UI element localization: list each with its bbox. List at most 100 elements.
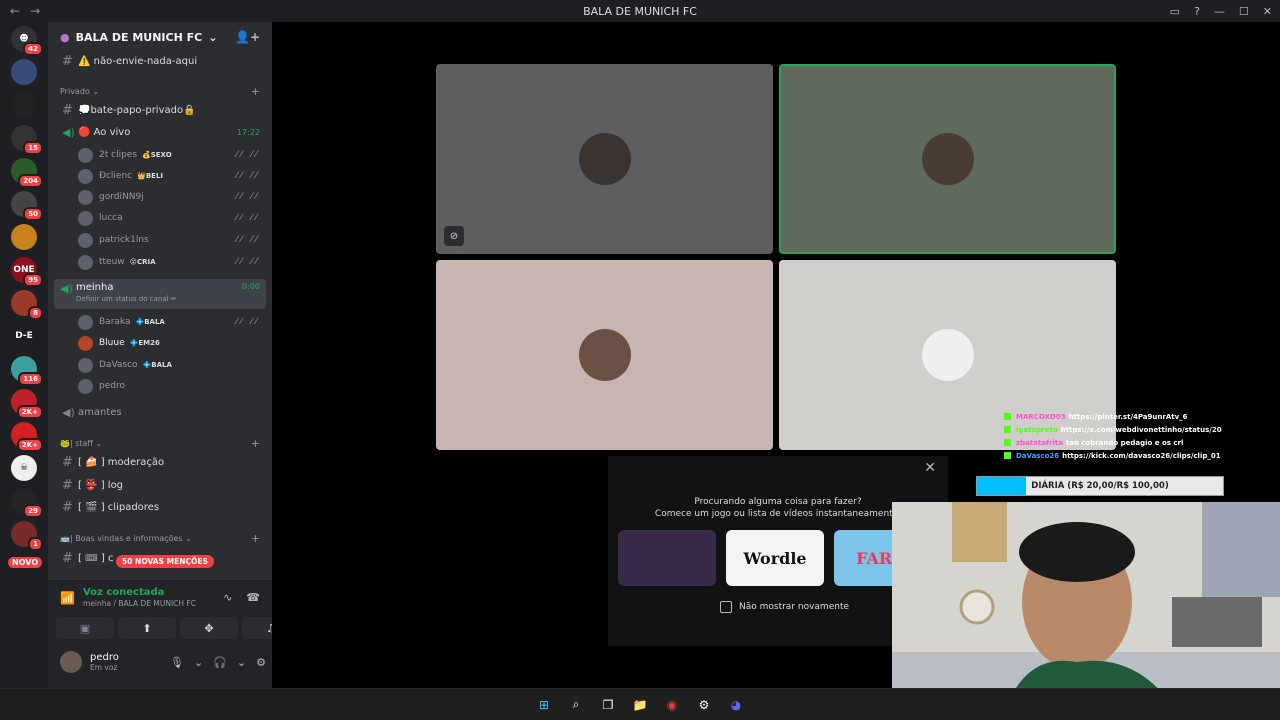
server-icon[interactable]: 1 [11,521,43,551]
hash-icon: # [62,454,73,470]
speaker-icon: ◀) [62,405,75,419]
help-icon[interactable]: ? [1194,5,1200,18]
voice-user[interactable]: 2t clipes 💰SEXO ⁄⁄ ⁄⁄ [54,145,266,165]
window-controls: ▭ ? — ☐ ✕ [1170,0,1272,22]
activity-card-wordle[interactable]: Wordle [726,530,824,586]
dont-show-again[interactable]: Não mostrar novamente [720,601,849,613]
checkbox[interactable] [720,601,732,613]
noise-suppression-icon[interactable]: ∿ [223,591,232,604]
close-icon[interactable]: ✕ [1263,5,1272,18]
add-member-icon[interactable]: 👤+ [235,30,260,44]
server-icon[interactable]: 116 [11,356,43,386]
task-view-icon[interactable]: ❐ [598,695,618,715]
screen-share-button[interactable]: ⬆ [118,617,176,639]
avatar[interactable] [60,651,82,673]
server-icon[interactable]: 2K+ [11,422,43,452]
participant-tile[interactable]: ⊘ [436,64,773,254]
server-icon[interactable] [11,224,37,250]
category-privado[interactable]: Privado ⌄ + [54,83,266,99]
voice-channel-ao-vivo[interactable]: ◀) 🔴 Ao vivo 17:22 [54,122,266,142]
voice-connection-panel: 📶 Voz conectada meinha / BALA DE MUNICH … [48,580,300,688]
activity-card[interactable] [618,530,716,586]
voice-user[interactable]: Bluue 💠EM26 [54,333,266,353]
voice-timer: 17:22 [236,127,260,137]
chevron-down-icon[interactable]: ⌄ [194,656,203,669]
server-icon[interactable] [11,92,37,118]
headphones-icon[interactable]: 🎧 [213,656,227,669]
badge: 15 [23,141,43,155]
voice-user[interactable]: lucca ⁄⁄ ⁄⁄ [54,208,266,228]
channel-bate-papo[interactable]: # 💭bate-papo-privado🔒 [54,100,266,120]
server-icon[interactable]: 204 [11,158,43,188]
new-mentions-badge[interactable]: 50 NOVAS MENÇÕES [116,555,214,568]
voice-user[interactable]: tteuw 😮CRIA ⁄⁄ ⁄⁄ [54,252,266,272]
new-badge: NOVO [8,557,43,568]
avatar [78,254,93,270]
file-explorer-icon[interactable]: 📁 [630,695,650,715]
camera-button[interactable]: ▣ [56,617,114,639]
avatar [78,232,93,248]
minimize-icon[interactable]: — [1214,5,1225,18]
category-boas-vindas[interactable]: 🚌| Boas vindas e informações ⌄ + [54,530,266,546]
server-icon[interactable]: 50 [11,191,43,221]
microphone-icon[interactable]: 🎙 [170,656,184,669]
activity-list: Wordle FARM [618,530,932,586]
channel-log[interactable]: # [ 👺 ] log [54,475,266,495]
chrome-icon[interactable]: ◉ [662,695,682,715]
donation-goal-bar: DIÁRIA (R$ 20,00/R$ 100,00) [976,476,1224,496]
voice-user[interactable]: patrick1lns ⁄⁄ ⁄⁄ [54,230,266,250]
back-arrow-icon[interactable]: ← [10,4,20,18]
server-icon[interactable]: 29 [11,488,43,518]
server-icon[interactable]: D-E [11,323,37,349]
app-icon[interactable]: ⚙ [694,695,714,715]
participant-tile-speaking[interactable] [779,64,1116,254]
channel-status[interactable]: Definir um status do canal ✏ [76,295,177,303]
voice-channel-amantes[interactable]: ◀) amantes [54,402,266,422]
server-icon[interactable] [11,59,37,85]
chat-message: igatopreto https://x.com/webdivonettinho… [1004,423,1228,436]
channel-info: meinha Definir um status do canal ✏ [76,282,177,303]
discord-icon[interactable]: ◕ [726,695,746,715]
avatar [78,210,93,226]
muted-deafened-icon: ⁄⁄ ⁄⁄ [236,192,260,202]
search-icon[interactable]: ⌕ [566,695,586,715]
server-header[interactable]: ● BALA DE MUNICH FC ⌄ 👤+ [48,22,272,52]
server-icon[interactable]: ONE 95 [11,257,43,287]
inbox-icon[interactable]: ▭ [1170,5,1180,18]
user-info[interactable]: pedro Em voz [90,652,119,672]
server-icon[interactable]: 15 [11,125,43,155]
chat-message: zbatatafrita tao cobrando pedagio e os c… [1004,436,1228,449]
voice-user[interactable]: pedro [54,376,266,396]
server-icon[interactable]: 2K+ [11,389,43,419]
avatar [78,335,93,351]
forward-arrow-icon[interactable]: → [30,4,40,18]
activities-button[interactable]: ✥ [180,617,238,639]
voice-user[interactable]: Ðclienc 👑BELI ⁄⁄ ⁄⁄ [54,166,266,186]
chevron-down-icon: ⌄ [182,533,192,543]
category-staff[interactable]: 🐸| staff ⌄ + [54,435,266,451]
channel-clipadores[interactable]: # [ 🎬 ] clipadores [54,497,266,517]
voice-channel-meinha[interactable]: ◀) meinha Definir um status do canal ✏ 0… [54,279,266,309]
participant-tile[interactable] [436,260,773,450]
voice-user[interactable]: gordiNN9j ⁄⁄ ⁄⁄ [54,187,266,207]
voice-user[interactable]: Baraka 💠BALA ⁄⁄ ⁄⁄ [54,312,266,332]
settings-gear-icon[interactable]: ⚙ [256,656,266,669]
add-channel-icon[interactable]: + [251,437,260,450]
server-icon[interactable]: 8 [11,290,43,320]
windows-start-icon[interactable]: ⊞ [534,695,554,715]
badge: 95 [23,273,43,287]
skull-icon[interactable]: ☠ [11,455,37,481]
voice-user[interactable]: DaVasco 💠BALA [54,355,266,375]
kick-icon [1004,426,1011,433]
voice-status[interactable]: 📶 Voz conectada meinha / BALA DE MUNICH … [60,587,196,608]
channel-moderacao[interactable]: # [ 🍰 ] moderação [54,452,266,472]
add-channel-icon[interactable]: + [251,85,260,98]
close-icon[interactable]: ✕ [924,460,936,476]
maximize-icon[interactable]: ☐ [1239,5,1249,18]
channel-nao-envie[interactable]: # ⚠️ não-envie-nada-aqui [54,51,266,71]
chevron-down-icon[interactable]: ⌄ [237,656,246,669]
badge: 8 [28,306,43,320]
home-icon[interactable]: ☻ 42 [11,26,43,56]
disconnect-icon[interactable]: ☎ [246,591,260,604]
add-channel-icon[interactable]: + [251,532,260,545]
